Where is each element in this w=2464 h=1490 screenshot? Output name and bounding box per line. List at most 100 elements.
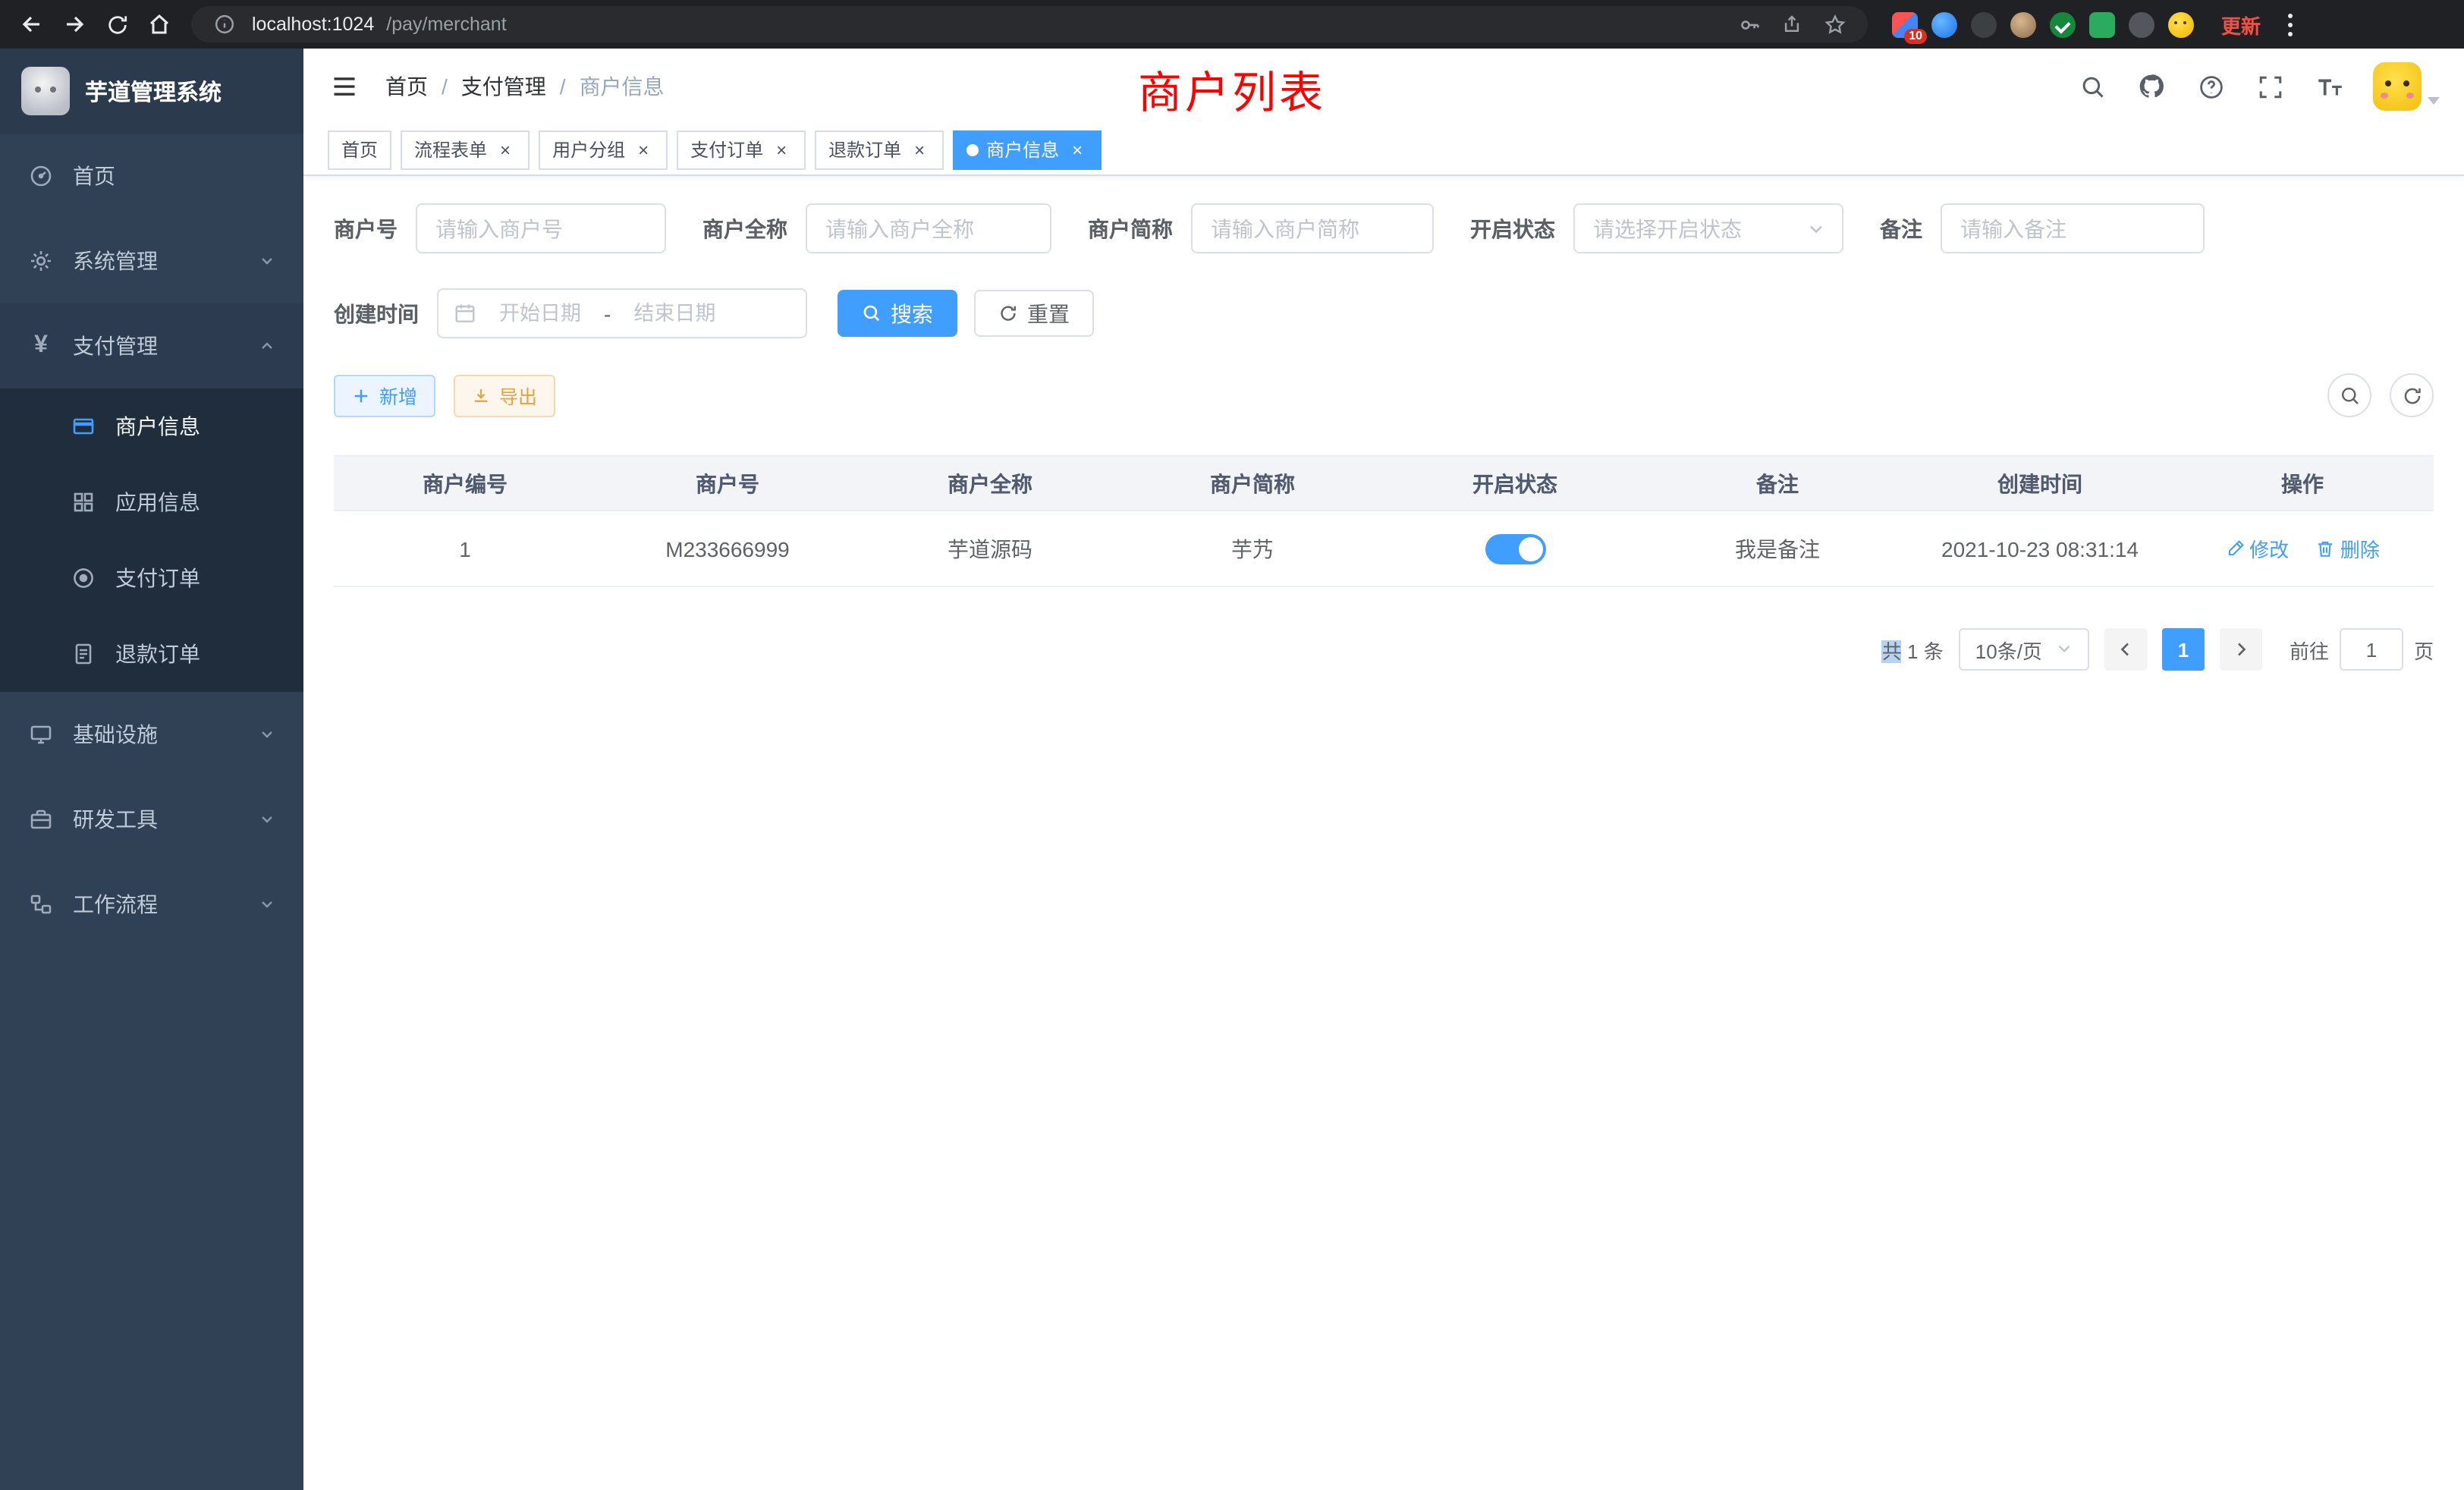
col-full-name: 商户全称 <box>859 456 1121 511</box>
app-logo[interactable]: 芋道管理系统 <box>0 49 303 134</box>
sidebar-item-infrastructure[interactable]: 基础设施 <box>0 692 303 777</box>
tab-home[interactable]: 首页 <box>328 130 391 169</box>
tab-refund-order[interactable]: 退款订单 <box>815 130 944 169</box>
chevron-down-icon <box>2054 639 2076 660</box>
user-menu[interactable] <box>2373 62 2440 111</box>
extension-badge: 10 <box>1904 28 1927 43</box>
delete-button[interactable]: 删除 <box>2316 534 2380 563</box>
filter-label: 开启状态 <box>1470 213 1555 244</box>
export-button[interactable]: 导出 <box>454 374 555 417</box>
extension-icon-6[interactable] <box>2089 11 2115 37</box>
extension-icon-5[interactable] <box>2050 11 2076 37</box>
browser-toolbar: localhost:1024/pay/merchant 10 更新 <box>0 0 2464 49</box>
sidebar-item-home[interactable]: 首页 <box>0 134 303 218</box>
toggle-search-button[interactable] <box>2327 373 2371 417</box>
search-button[interactable]: 搜索 <box>838 290 957 337</box>
reset-button[interactable]: 重置 <box>974 290 1094 337</box>
download-icon <box>472 386 490 404</box>
tab-label: 流程表单 <box>414 137 487 162</box>
tab-user-group[interactable]: 用户分组 <box>539 130 668 169</box>
prev-page-button[interactable] <box>2104 628 2147 671</box>
tab-label: 首页 <box>341 137 378 162</box>
status-toggle[interactable] <box>1485 533 1545 564</box>
chrome-update-button[interactable]: 更新 <box>2221 10 2261 39</box>
tab-close-icon[interactable] <box>495 139 516 160</box>
bookmark-star-icon[interactable] <box>1819 9 1850 39</box>
sidebar-item-refund-order[interactable]: 退款订单 <box>0 616 303 692</box>
sidebar-item-merchant-info[interactable]: 商户信息 <box>0 388 303 464</box>
tab-close-icon[interactable] <box>771 139 792 160</box>
gear-icon <box>27 247 55 275</box>
toolbox-icon <box>27 806 55 833</box>
tab-close-icon[interactable] <box>909 139 930 160</box>
password-key-icon[interactable] <box>1734 9 1765 39</box>
col-create-time: 创建时间 <box>1909 456 2171 511</box>
fullscreen-icon[interactable] <box>2255 71 2285 102</box>
share-icon[interactable] <box>1777 9 1807 39</box>
merchant-no-input[interactable] <box>416 203 666 253</box>
breadcrumb-payment[interactable]: 支付管理 <box>461 71 546 102</box>
sidebar-item-dev-tools[interactable]: 研发工具 <box>0 777 303 862</box>
refresh-table-button[interactable] <box>2390 373 2434 417</box>
short-name-input[interactable] <box>1191 203 1434 253</box>
tab-close-icon[interactable] <box>1067 139 1088 160</box>
browser-menu-icon[interactable] <box>2276 13 2303 36</box>
extension-icon-2[interactable] <box>1931 11 1957 37</box>
tab-merchant-info[interactable]: 商户信息 <box>953 130 1102 169</box>
sidebar-item-pay-order[interactable]: 支付订单 <box>0 540 303 616</box>
sidebar-fold-icon[interactable] <box>328 70 361 103</box>
sidebar-item-label: 支付订单 <box>115 563 200 593</box>
github-icon[interactable] <box>2136 71 2167 102</box>
page-size-select[interactable]: 10条/页 <box>1959 628 2089 671</box>
font-size-icon[interactable] <box>2314 71 2344 102</box>
filter-label: 商户全称 <box>702 213 787 244</box>
next-page-button[interactable] <box>2220 628 2262 671</box>
chevron-down-icon <box>258 252 276 270</box>
help-icon[interactable] <box>2195 71 2226 102</box>
browser-back-icon[interactable] <box>12 5 52 44</box>
tab-pay-order[interactable]: 支付订单 <box>677 130 806 169</box>
browser-forward-icon[interactable] <box>55 5 94 44</box>
edit-button[interactable]: 修改 <box>2225 534 2289 563</box>
date-range-picker[interactable]: - <box>437 288 807 338</box>
tab-process-form[interactable]: 流程表单 <box>401 130 530 169</box>
tab-close-icon[interactable] <box>633 139 654 160</box>
page-info-icon[interactable] <box>209 9 240 39</box>
breadcrumb-home[interactable]: 首页 <box>385 71 428 102</box>
yen-icon: ¥ <box>27 332 55 360</box>
select-placeholder: 请选择开启状态 <box>1593 213 1793 244</box>
breadcrumb-separator: / <box>560 74 566 99</box>
pagination-goto: 前往 页 <box>2290 628 2434 671</box>
browser-home-icon[interactable] <box>140 5 179 44</box>
status-select[interactable]: 请选择开启状态 <box>1573 203 1843 253</box>
goto-page-input[interactable] <box>2340 628 2403 671</box>
trash-icon <box>2316 539 2336 558</box>
extension-icon-7[interactable] <box>2129 11 2154 37</box>
screenshot-root: localhost:1024/pay/merchant 10 更新 <box>0 0 2464 1490</box>
extension-icon-3[interactable] <box>1971 11 1997 37</box>
sidebar-item-label: 支付管理 <box>73 331 158 361</box>
sidebar-item-payment[interactable]: ¥ 支付管理 <box>0 303 303 388</box>
sidebar-item-workflow[interactable]: 工作流程 <box>0 862 303 947</box>
full-name-input[interactable] <box>806 203 1051 253</box>
cell-merchant-id: 1 <box>334 511 596 586</box>
start-date-input[interactable] <box>482 302 598 325</box>
remark-input[interactable] <box>1941 203 2205 253</box>
sidebar-item-app-info[interactable]: 应用信息 <box>0 464 303 540</box>
record-icon <box>70 564 97 592</box>
current-page-button[interactable]: 1 <box>2162 628 2205 671</box>
extension-icon-4[interactable] <box>2010 11 2036 37</box>
address-bar[interactable]: localhost:1024/pay/merchant <box>191 6 1868 42</box>
add-button[interactable]: 新增 <box>334 374 435 417</box>
extension-icon-1[interactable]: 10 <box>1892 11 1918 37</box>
browser-refresh-icon[interactable] <box>97 5 137 44</box>
end-date-input[interactable] <box>617 302 732 325</box>
sidebar-item-label: 退款订单 <box>115 639 200 669</box>
filter-label: 商户号 <box>334 213 398 244</box>
credit-card-icon <box>70 413 97 440</box>
sidebar-item-system[interactable]: 系统管理 <box>0 218 303 303</box>
extension-icons: 10 <box>1892 11 2194 37</box>
header-search-icon[interactable] <box>2077 71 2107 102</box>
tab-label: 支付订单 <box>690 137 763 162</box>
extension-icon-8[interactable] <box>2168 11 2194 37</box>
